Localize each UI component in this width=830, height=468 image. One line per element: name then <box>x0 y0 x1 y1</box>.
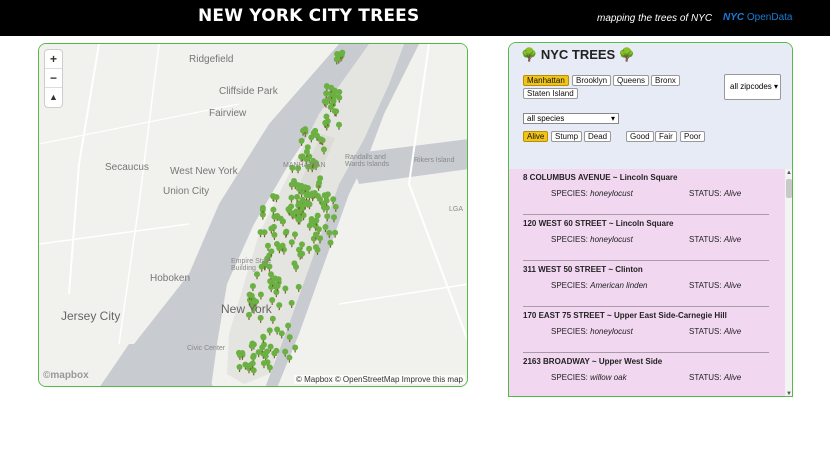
tree-status: STATUS: Alive <box>689 281 742 290</box>
scrollbar-thumb[interactable] <box>786 179 792 198</box>
species-select[interactable]: all species ▾ <box>523 113 619 124</box>
control-panel: 🌳 NYC TREES 🌳 Manhattan Brooklyn Queens … <box>508 42 793 397</box>
tree-species: SPECIES: American linden <box>551 281 648 290</box>
mapbox-logo[interactable]: ©mapbox <box>43 370 89 381</box>
tree-status: STATUS: Alive <box>689 189 742 198</box>
panel-title: 🌳 NYC TREES 🌳 <box>521 47 635 63</box>
map-label-rikers: Rikers Island <box>414 157 455 164</box>
tree-species: SPECIES: willow oak <box>551 373 627 382</box>
map-label-fairview: Fairview <box>209 108 247 119</box>
map-label-empire: Empire State Building <box>231 258 272 272</box>
chevron-down-icon: ▾ <box>610 114 615 123</box>
map-attribution[interactable]: © Mapbox © OpenStreetMap Improve this ma… <box>294 375 465 384</box>
borough-button-manhattan[interactable]: Manhattan <box>523 75 569 86</box>
map-label-lga: LGA <box>449 206 464 213</box>
tree-list-item[interactable]: 120 WEST 60 STREET ~ Lincoln Square SPECI… <box>523 215 769 261</box>
map-label-hoboken: Hoboken <box>150 273 191 284</box>
borough-button-staten-island[interactable]: Staten Island <box>523 88 578 99</box>
map-label-civic: Civic Center <box>187 345 226 352</box>
compass-button[interactable]: ▲ <box>45 88 62 107</box>
map-label-new-york: New York <box>221 302 272 316</box>
zoom-control: + − ▲ <box>45 50 62 107</box>
map-label-ridgefield: Ridgefield <box>189 54 234 65</box>
top-bar: NEW YORK CITY TREES mapping the trees of… <box>0 0 830 36</box>
tree-address: 2163 BROADWAY ~ Upper West Side <box>523 357 663 366</box>
tree-species: SPECIES: honeylocust <box>551 235 633 244</box>
tree-icon: 🌳 <box>618 47 636 62</box>
zoom-in-button[interactable]: + <box>45 50 62 69</box>
tree-list-item[interactable]: 2163 BROADWAY ~ Upper West Side SPECIES: … <box>523 353 769 396</box>
nyc-opendata-logo[interactable]: NYC OpenData <box>723 12 793 23</box>
tree-address: 120 WEST 60 STREET ~ Lincoln Square <box>523 219 674 228</box>
tree-map[interactable]: + − ▲ Ridgefield Cliffside Park Fairview… <box>38 43 468 387</box>
scroll-down-icon[interactable]: ▼ <box>786 391 792 396</box>
tree-address: 311 WEST 50 STREET ~ Clinton <box>523 265 643 274</box>
tree-list-item[interactable]: 8 COLUMBUS AVENUE ~ Lincoln Square SPECIE… <box>523 169 769 215</box>
health-button-good[interactable]: Good <box>626 131 654 142</box>
map-label-cliffside: Cliffside Park <box>219 86 278 97</box>
map-label-west-new-york: West New York <box>170 166 238 177</box>
borough-button-queens[interactable]: Queens <box>613 75 650 86</box>
tree-list-item[interactable]: 311 WEST 50 STREET ~ Clinton SPECIES: Ame… <box>523 261 769 307</box>
map-label-randalls: Randalls and Wards Islands <box>345 154 390 168</box>
panel-title-text: NYC TREES <box>540 47 616 62</box>
tagline: mapping the trees of NYC <box>597 13 713 24</box>
map-label-manhattan: MANHATTAN <box>283 162 326 169</box>
map-label-jersey-city: Jersey City <box>61 309 121 323</box>
tree-status: STATUS: Alive <box>689 373 742 382</box>
panel-header: 🌳 NYC TREES 🌳 Manhattan Brooklyn Queens … <box>509 43 792 169</box>
zoom-out-button[interactable]: − <box>45 69 62 88</box>
zipcode-select[interactable]: all zipcodes ▾ <box>724 74 781 100</box>
scroll-up-icon[interactable]: ▲ <box>786 170 792 176</box>
borough-button-bronx[interactable]: Bronx <box>651 75 680 86</box>
tree-status: STATUS: Alive <box>689 327 742 336</box>
tree-species: SPECIES: honeylocust <box>551 327 633 336</box>
map-label-union-city: Union City <box>163 186 210 197</box>
tree-species: SPECIES: honeylocust <box>551 189 633 198</box>
tree-icon: 🌳 <box>521 47 538 62</box>
health-button-poor[interactable]: Poor <box>680 131 705 142</box>
borough-button-brooklyn[interactable]: Brooklyn <box>572 75 612 86</box>
site-title: NEW YORK CITY TREES <box>198 6 420 26</box>
tree-list-item[interactable]: 170 EAST 75 STREET ~ Upper East Side-Car… <box>523 307 769 353</box>
tree-address: 170 EAST 75 STREET ~ Upper East Side-Car… <box>523 311 727 320</box>
tree-list[interactable]: 8 COLUMBUS AVENUE ~ Lincoln Square SPECIE… <box>509 169 785 396</box>
status-button-stump[interactable]: Stump <box>551 131 583 142</box>
tree-address: 8 COLUMBUS AVENUE ~ Lincoln Square <box>523 173 678 182</box>
tree-status: STATUS: Alive <box>689 235 742 244</box>
tree-list-scrollbar[interactable]: ▲ ▼ <box>785 169 792 396</box>
map-label-secaucus: Secaucus <box>105 162 149 173</box>
status-button-alive[interactable]: Alive <box>523 131 549 142</box>
health-button-fair[interactable]: Fair <box>655 131 677 142</box>
status-button-dead[interactable]: Dead <box>584 131 612 142</box>
